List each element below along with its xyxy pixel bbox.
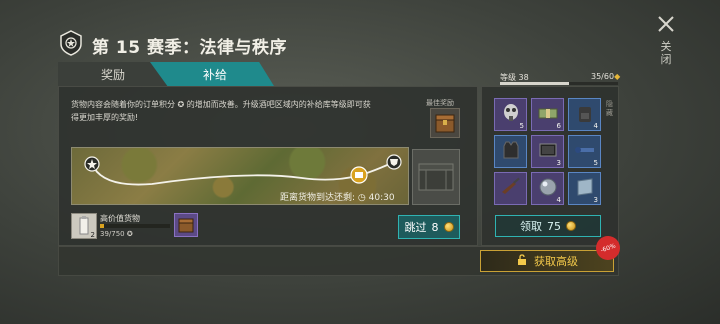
- season-title: 第 15 赛季：法律与秩序: [92, 38, 287, 58]
- goods-name: 高价值货物: [100, 214, 140, 223]
- goods-progress-bar: [100, 224, 170, 228]
- eta-time: 40:30: [368, 193, 395, 203]
- gold-coin-icon: [443, 222, 454, 232]
- goods-reward-chest-icon[interactable]: [174, 213, 198, 237]
- supply-description: 货物内容会随着你的订单积分 ✪ 的增加而改善。升级酒吧区域内的补给库等级即可获得…: [71, 100, 371, 122]
- level-count-text: 35/60: [591, 72, 615, 81]
- goods-progress-text: 39/750 ✪: [100, 230, 133, 238]
- high-value-goods-icon: 2: [71, 213, 97, 239]
- clock-icon: ◷: [357, 193, 366, 203]
- close-icon[interactable]: [654, 12, 678, 36]
- gold-coin-icon: [566, 221, 576, 231]
- level-progress-bar: [500, 82, 618, 85]
- goods-progress-fill: [100, 224, 104, 228]
- reward-qty: 5: [519, 122, 524, 130]
- eta-readout: 距离货物到达还剩: ◷ 40:30: [280, 190, 395, 203]
- claim-label: 领取: [520, 220, 542, 233]
- reward-qty: 5: [593, 159, 598, 167]
- tab-supply[interactable]: 补给: [150, 62, 274, 86]
- skip-cost: 8: [431, 220, 439, 234]
- get-premium-button[interactable]: 获取高级: [480, 250, 614, 272]
- level-progress-fill: [500, 82, 569, 85]
- goods-count-badge: 2: [90, 231, 95, 239]
- best-reward-label: 最佳奖励: [426, 99, 454, 107]
- reward-slot[interactable]: 5: [494, 98, 527, 131]
- reward-qty: 4: [556, 196, 561, 204]
- reward-slot[interactable]: 3: [531, 135, 564, 168]
- reward-slot[interactable]: [494, 172, 527, 205]
- claim-amount: 75: [547, 219, 561, 233]
- season-badge-icon: [58, 30, 84, 56]
- rifle-icon: [499, 175, 523, 203]
- tab-rewards-label: 奖励: [100, 67, 125, 82]
- side-toggle[interactable]: 隐藏: [606, 100, 616, 118]
- reward-slot[interactable]: 6: [531, 98, 564, 131]
- reward-slot[interactable]: 4: [568, 98, 601, 131]
- skip-button[interactable]: 跳过 8: [398, 215, 460, 239]
- reward-qty: 3: [556, 159, 561, 167]
- reward-qty: 3: [593, 196, 598, 204]
- armor-vest-icon: [499, 138, 523, 166]
- level-diamond-icon: ◆: [614, 72, 621, 81]
- eta-label: 距离货物到达还剩:: [280, 193, 356, 203]
- claim-button[interactable]: 领取 75: [495, 215, 601, 237]
- reward-slot[interactable]: 5: [568, 135, 601, 168]
- reward-qty: 6: [556, 122, 561, 130]
- premium-label: 获取高级: [534, 255, 578, 268]
- level-count: 35/60◆: [591, 72, 620, 81]
- reward-slot[interactable]: [494, 135, 527, 168]
- reward-qty: 4: [593, 122, 598, 130]
- reward-slot[interactable]: 4: [531, 172, 564, 205]
- supply-crate-icon: [412, 149, 460, 205]
- reward-slot[interactable]: 3: [568, 172, 601, 205]
- close-label[interactable]: 关闭: [660, 40, 672, 66]
- skip-label: 跳过: [404, 221, 427, 234]
- rewards-grid: 5 6 4 3 5 4 3: [494, 98, 602, 206]
- unlock-icon: [516, 253, 528, 269]
- tab-rewards[interactable]: 奖励: [58, 62, 168, 86]
- tab-supply-label: 补给: [202, 67, 227, 82]
- best-reward-chest-icon[interactable]: [430, 108, 460, 138]
